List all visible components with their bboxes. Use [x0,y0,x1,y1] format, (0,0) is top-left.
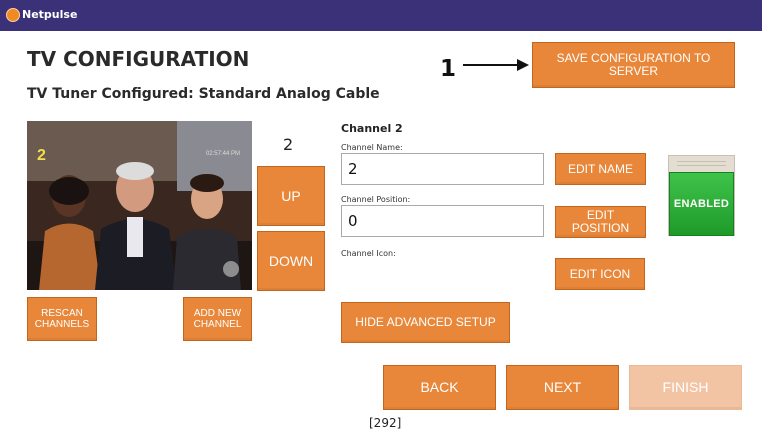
next-button[interactable]: NEXT [506,365,619,410]
page-title: TV CONFIGURATION [27,47,250,71]
edit-name-button[interactable]: EDIT NAME [555,153,646,185]
channel-icon-label: Channel Icon: [341,249,396,258]
netpulse-logo-icon [6,8,20,22]
app-name: Netpulse [22,8,78,21]
channel-position-field[interactable]: 0 [341,205,544,237]
current-channel-number: 2 [283,135,294,154]
add-new-channel-button[interactable]: ADD NEW CHANNEL [183,297,252,341]
annotation-number: 1 [440,56,457,82]
toggle-divider [677,161,726,162]
back-button[interactable]: BACK [383,365,496,410]
tv-preview-image [27,121,252,290]
tuner-status-subtitle: TV Tuner Configured: Standard Analog Cab… [27,86,380,102]
annotation-arrow-icon [463,59,529,71]
channel-heading: Channel 2 [341,122,403,135]
preview-time-overlay: 02:57:44 PM [205,151,240,157]
finish-button[interactable]: FINISH [629,365,742,410]
edit-icon-button[interactable]: EDIT ICON [555,258,645,290]
toggle-divider [677,165,726,166]
channel-name-label: Channel Name: [341,143,403,152]
channel-position-label: Channel Position: [341,195,411,204]
titlebar: Netpulse [0,0,762,31]
edit-position-button[interactable]: EDIT POSITION [555,206,646,238]
preview-channel-overlay: 2 [37,147,46,164]
channel-up-button[interactable]: UP [257,166,325,226]
channel-count: [292] [369,416,402,430]
rescan-channels-button[interactable]: RESCAN CHANNELS [27,297,97,341]
save-configuration-button[interactable]: SAVE CONFIGURATION TO SERVER [532,42,735,88]
tv-preview: 2 02:57:44 PM [27,121,252,290]
hide-advanced-setup-button[interactable]: HIDE ADVANCED SETUP [341,302,510,343]
channel-down-button[interactable]: DOWN [257,231,325,291]
channel-name-field[interactable]: 2 [341,153,544,185]
enabled-toggle-button[interactable]: ENABLED [669,172,734,236]
